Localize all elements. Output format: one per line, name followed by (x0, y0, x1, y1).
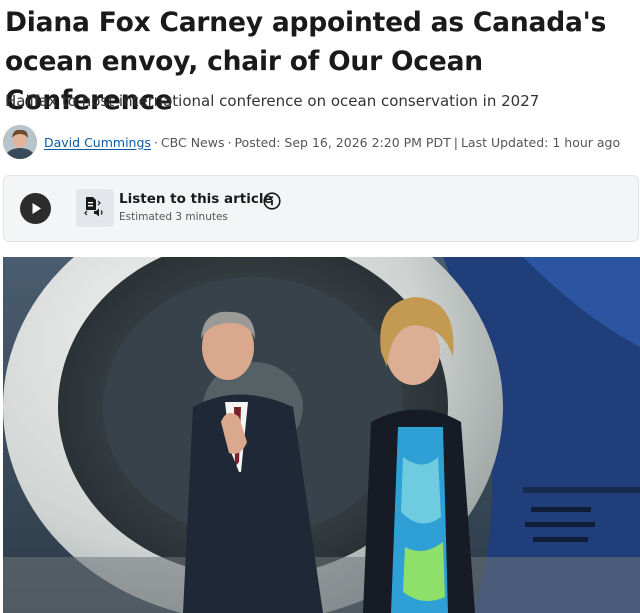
byline: David Cummings · CBC News · Posted: Sep … (3, 125, 637, 159)
author-link[interactable]: David Cummings (44, 135, 151, 150)
hero-photo (3, 257, 640, 613)
listen-title: Listen to this article (119, 191, 273, 207)
play-icon (32, 203, 41, 214)
byline-separator: · (227, 134, 232, 150)
document-audio-icon (76, 189, 114, 227)
listen-estimate: Estimated 3 minutes (119, 211, 228, 223)
listen-panel: Listen to this article Estimated 3 minut… (3, 175, 639, 242)
photo-illustration (3, 257, 640, 613)
posted-date: Posted: Sep 16, 2026 2:20 PM PDT (234, 134, 451, 150)
author-avatar[interactable] (3, 125, 37, 159)
last-updated: Last Updated: 1 hour ago (460, 134, 621, 150)
byline-divider: | (453, 134, 458, 150)
outlet-name: CBC News (160, 134, 225, 150)
info-icon[interactable] (263, 192, 281, 210)
play-button[interactable] (20, 193, 51, 224)
article-deck: Halifax to host international conference… (5, 92, 540, 110)
byline-separator: · (153, 134, 158, 150)
